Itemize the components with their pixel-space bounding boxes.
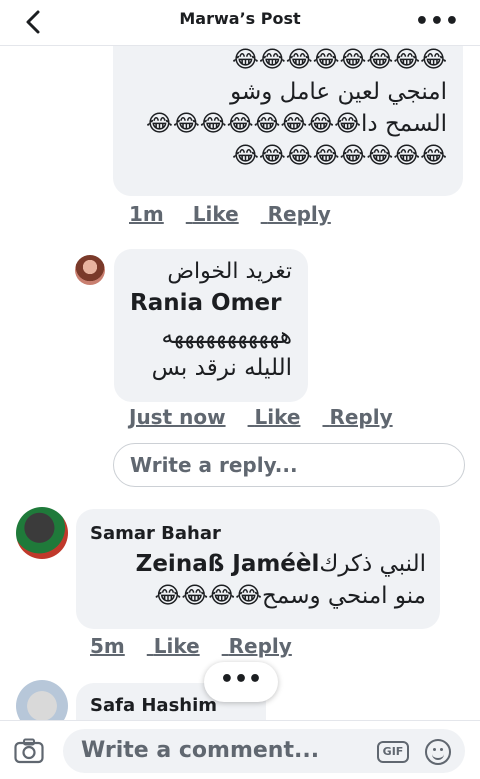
comment-input[interactable]: Write a comment... GIF: [63, 729, 465, 773]
comment-text: النبي ذكرك: [319, 551, 426, 577]
comment-text-line: السمح دا😂😂😂😂😂😂😂😂: [146, 111, 447, 137]
comment-actions: 1m Like Reply: [129, 202, 353, 226]
gif-icon[interactable]: GIF: [377, 741, 409, 763]
reply-button[interactable]: Reply: [268, 202, 331, 226]
tagged-user[interactable]: Rania Omer: [130, 290, 292, 316]
comment-text-line: 😂😂😂😂😂😂😂😂: [232, 47, 447, 73]
camera-icon[interactable]: [14, 738, 44, 764]
comment-author[interactable]: Samar Bahar: [90, 523, 426, 544]
comment-text-line: Zeinaß Jaméèlالنبي ذكرك: [90, 548, 426, 580]
comment-text-line: الليله نرقد بس: [151, 355, 292, 381]
comment-bubble: Samar Bahar Zeinaß Jaméèlالنبي ذكرك منو …: [76, 509, 440, 629]
comment-author[interactable]: تغريد الخواض: [130, 259, 292, 284]
reply-button[interactable]: Reply: [229, 634, 292, 658]
top-bar: Marwa’s Post •••: [0, 0, 480, 46]
avatar[interactable]: [16, 507, 68, 559]
comment-timestamp[interactable]: 5m: [90, 634, 125, 658]
like-button[interactable]: Like: [193, 202, 239, 226]
comment-timestamp[interactable]: Just now: [129, 405, 226, 429]
comment-text-line: منو امنحي وسمح😂😂😂😂: [154, 583, 426, 609]
tagged-user[interactable]: Zeinaß Jaméèl: [136, 551, 320, 577]
comment-timestamp[interactable]: 1m: [129, 202, 164, 226]
comment-bubble: تغريد الخواض Rania Omer هههههههههههه الل…: [114, 249, 308, 402]
avatar[interactable]: [75, 255, 105, 285]
comment-actions: Just now Like Reply: [129, 405, 415, 429]
page-title: Marwa’s Post: [179, 9, 301, 28]
like-button[interactable]: Like: [255, 405, 301, 429]
reply-button[interactable]: Reply: [329, 405, 392, 429]
more-options-icon[interactable]: •••: [415, 9, 460, 34]
more-replies-button[interactable]: •••: [204, 662, 278, 702]
comment-text-line: امنجي لعين عامل وشو: [230, 79, 447, 105]
reply-input[interactable]: Write a reply...: [113, 443, 465, 487]
reply-placeholder: Write a reply...: [130, 453, 298, 477]
comment-actions: 5m Like Reply: [90, 634, 314, 658]
comment-placeholder: Write a comment...: [81, 738, 320, 763]
emoji-icon[interactable]: [425, 739, 451, 765]
like-button[interactable]: Like: [154, 634, 200, 658]
comment-text-line: 😂😂😂😂😂😂😂😂: [232, 143, 447, 169]
comment-composer: Write a comment... GIF: [0, 720, 480, 779]
comment-text-line: هههههههههههه: [161, 323, 292, 349]
